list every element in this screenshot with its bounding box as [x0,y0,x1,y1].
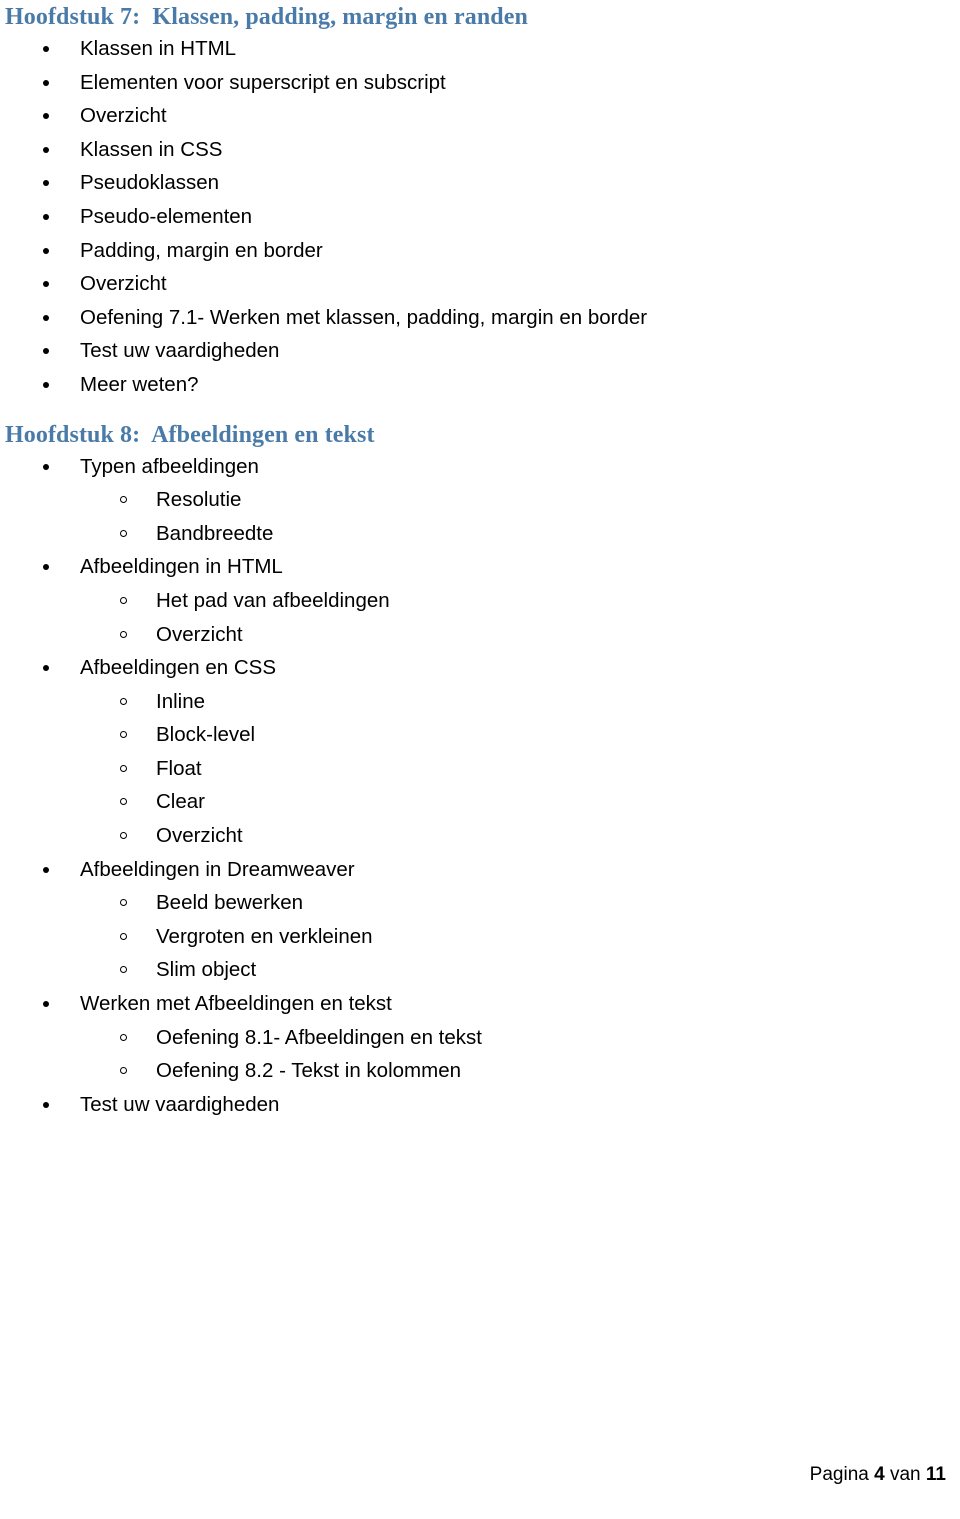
toc-item-label: Overzicht [80,272,167,296]
toc-item-level-2[interactable]: Overzicht [0,618,960,652]
toc-item-label: Slim object [156,958,257,982]
toc-item-label: Inline [156,689,206,713]
toc-item-label: Afbeeldingen in HTML [80,555,283,579]
toc-item-level-1[interactable]: Overzicht [0,267,960,301]
toc-item-label: Overzicht [156,622,243,646]
toc-item-label: Clear [156,790,205,814]
toc-item-label: Oefening 8.2 - Tekst in kolommen [156,1059,461,1083]
toc-item-label: Overzicht [80,104,167,128]
footer-total-pages: 11 [925,1464,946,1485]
toc-item-level-1[interactable]: Afbeeldingen in Dreamweaver [0,853,960,887]
footer-middle: van [884,1464,926,1485]
toc-item-label: Meer weten? [80,372,199,396]
toc-item-label: Afbeeldingen en CSS [80,656,277,680]
toc-item-level-1[interactable]: Pseudo-elementen [0,200,960,234]
toc-list-chapter-7: Klassen in HTML Elementen voor superscrip… [0,32,960,402]
toc-item-label: Beeld bewerken [156,891,304,915]
toc-item-label: Bandbreedte [156,521,274,545]
toc-item-level-2[interactable]: Inline [0,685,960,719]
toc-item-level-1[interactable]: Elementen voor superscript en subscript [0,66,960,100]
toc-item-label: Oefening 7.1- Werken met klassen, paddin… [80,305,648,329]
toc-item-level-1[interactable]: Overzicht [0,99,960,133]
document-page: Hoofdstuk 7: Klassen, padding, margin en… [0,0,960,1519]
toc-item-level-1[interactable]: Pseudoklassen [0,166,960,200]
toc-item-label: Pseudo-elementen [80,204,253,228]
toc-item-level-2[interactable]: Het pad van afbeeldingen [0,584,960,618]
toc-item-label: Float [156,756,202,780]
toc-item-label: Block-level [156,723,256,747]
toc-item-level-2[interactable]: Resolutie [0,483,960,517]
toc-item-level-1[interactable]: Padding, margin en border [0,234,960,268]
toc-item-label: Padding, margin en border [80,238,323,262]
toc-item-level-1[interactable]: Meer weten? [0,368,960,402]
toc-item-level-2[interactable]: Bandbreedte [0,517,960,551]
toc-item-level-1[interactable]: Klassen in HTML [0,32,960,66]
toc-item-label: Pseudoklassen [80,171,220,195]
toc-item-label: Klassen in CSS [80,137,223,161]
toc-item-level-1[interactable]: Test uw vaardigheden [0,1088,960,1122]
toc-item-label: Vergroten en verkleinen [156,924,373,948]
page-footer: Pagina 4 van 11 [0,1439,960,1511]
chapter-heading-7: Hoofdstuk 7: Klassen, padding, margin en… [5,4,528,30]
toc-item-level-2[interactable]: Vergroten en verkleinen [0,920,960,954]
toc-item-label: Overzicht [156,824,243,848]
toc-item-label: Oefening 8.1- Afbeeldingen en tekst [156,1025,482,1049]
toc-item-label: Werken met Afbeeldingen en tekst [80,992,392,1016]
toc-item-level-1[interactable]: Werken met Afbeeldingen en tekst [0,987,960,1021]
footer-page-number: 4 [874,1464,885,1485]
toc-item-level-2[interactable]: Beeld bewerken [0,886,960,920]
toc-item-label: Test uw vaardigheden [80,1092,280,1116]
document-content: Hoofdstuk 7: Klassen, padding, margin en… [0,0,960,1121]
toc-item-level-1[interactable]: Test uw vaardigheden [0,334,960,368]
toc-item-level-2[interactable]: Block-level [0,718,960,752]
toc-list-chapter-8: Typen afbeeldingen Resolutie Bandbreedte Af… [0,450,960,1122]
toc-item-label: Typen afbeeldingen [80,454,259,478]
toc-item-label: Klassen in HTML [80,37,237,60]
footer-prefix: Pagina [809,1464,875,1485]
toc-item-label: Afbeeldingen in Dreamweaver [80,857,355,881]
toc-item-level-1[interactable]: Klassen in CSS [0,133,960,167]
toc-item-level-1[interactable]: Typen afbeeldingen [0,450,960,484]
toc-item-level-2[interactable]: Slim object [0,953,960,987]
toc-item-level-2[interactable]: Oefening 8.2 - Tekst in kolommen [0,1054,960,1088]
toc-item-label: Het pad van afbeeldingen [156,588,390,612]
toc-item-level-2[interactable]: Overzicht [0,819,960,853]
toc-item-level-1[interactable]: Afbeeldingen en CSS [0,651,960,685]
chapter-heading-8: Hoofdstuk 8: Afbeeldingen en tekst [5,421,375,448]
toc-item-level-1[interactable]: Afbeeldingen in HTML [0,550,960,584]
toc-item-level-1[interactable]: Oefening 7.1- Werken met klassen, paddin… [0,301,960,335]
toc-item-level-2[interactable]: Float [0,752,960,786]
toc-item-level-2[interactable]: Clear [0,785,960,819]
toc-item-label: Elementen voor superscript en subscript [80,70,446,94]
toc-item-label: Test uw vaardigheden [80,339,280,363]
toc-item-label: Resolutie [156,488,242,512]
toc-item-level-2[interactable]: Oefening 8.1- Afbeeldingen en tekst [0,1021,960,1055]
